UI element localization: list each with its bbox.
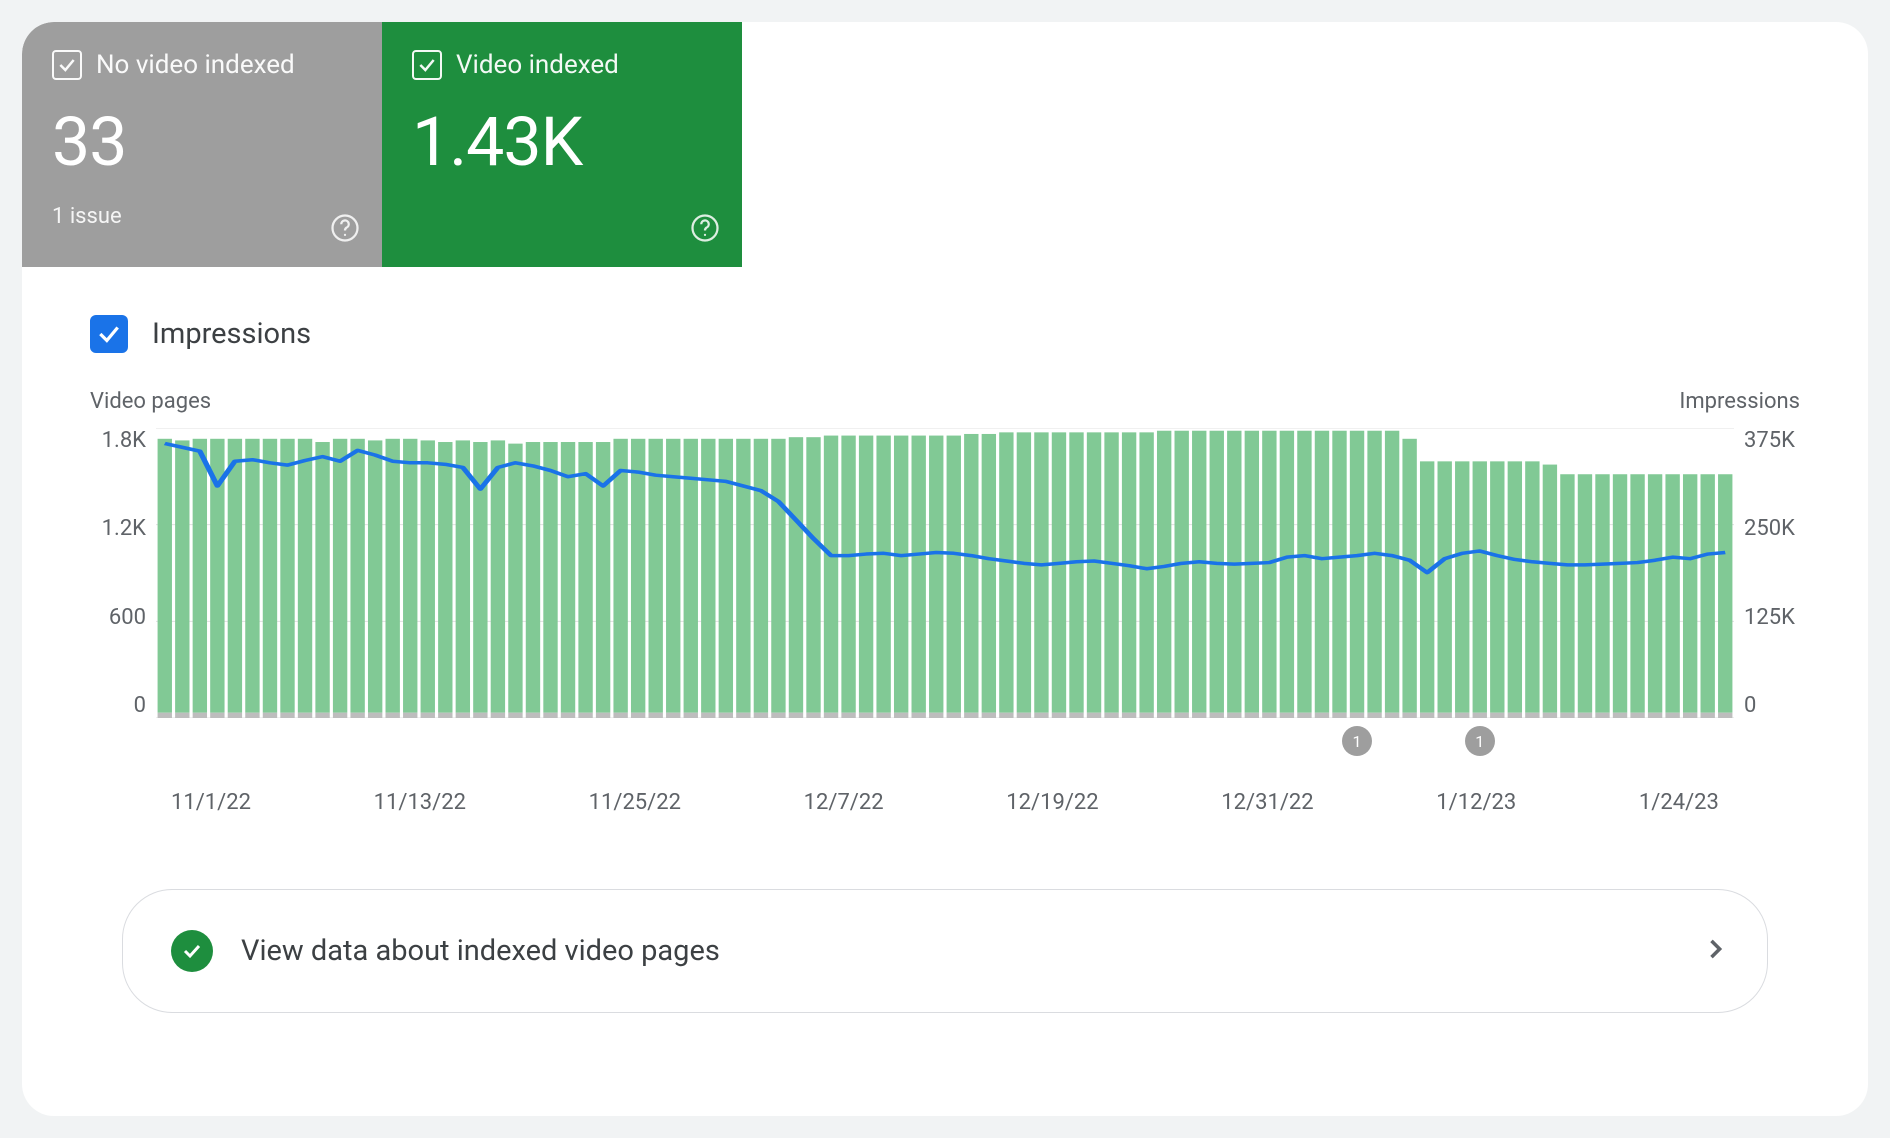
tile-value: 1.43K xyxy=(412,102,722,182)
tile-no-video-indexed[interactable]: No video indexed 33 1 issue xyxy=(22,22,382,267)
left-y-ticks: 1.8K1.2K6000 xyxy=(90,428,156,718)
right-y-ticks: 375K250K125K0 xyxy=(1734,428,1800,718)
tile-label: Video indexed xyxy=(456,50,619,80)
checkbox-icon xyxy=(412,50,442,80)
chart: Video pages Impressions 1.8K1.2K6000 375… xyxy=(90,389,1800,815)
plot-area[interactable] xyxy=(156,428,1734,718)
tile-video-indexed[interactable]: Video indexed 1.43K xyxy=(382,22,742,267)
view-data-label: View data about indexed video pages xyxy=(241,934,1701,968)
left-axis-title: Video pages xyxy=(90,389,211,414)
report-card: No video indexed 33 1 issue Video indexe… xyxy=(22,22,1868,1116)
x-ticks: 11/1/2211/13/2211/25/2212/7/2212/19/2212… xyxy=(156,790,1734,815)
chart-annotation[interactable]: 1 xyxy=(1342,726,1372,756)
checkbox-icon xyxy=(52,50,82,80)
chevron-right-icon xyxy=(1701,935,1729,967)
view-data-panel[interactable]: View data about indexed video pages xyxy=(122,889,1768,1013)
right-axis-title: Impressions xyxy=(1679,389,1800,414)
chart-annotations: 11 xyxy=(156,726,1734,766)
impressions-toggle[interactable]: Impressions xyxy=(90,315,1868,353)
stat-tiles: No video indexed 33 1 issue Video indexe… xyxy=(22,22,1868,267)
help-icon[interactable] xyxy=(690,213,720,247)
help-icon[interactable] xyxy=(330,213,360,247)
tile-subtext: 1 issue xyxy=(52,204,362,229)
impressions-label: Impressions xyxy=(152,317,311,351)
checkbox-icon xyxy=(90,315,128,353)
tile-value: 33 xyxy=(52,102,362,182)
success-icon xyxy=(171,930,213,972)
tile-label: No video indexed xyxy=(96,50,295,80)
chart-annotation[interactable]: 1 xyxy=(1465,726,1495,756)
